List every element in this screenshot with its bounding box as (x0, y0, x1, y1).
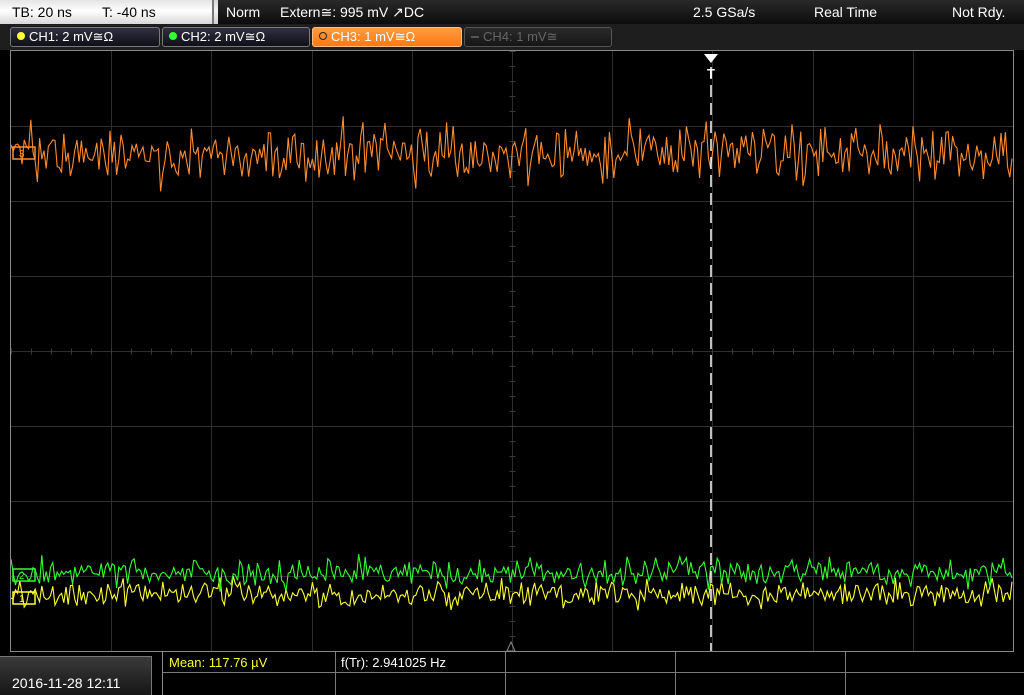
trigger-time-readout[interactable]: T: -40 ns (102, 4, 156, 20)
channel-4-button[interactable]: CH4: 1 mV≅ (464, 27, 612, 47)
channel-3-marker-label: 3 (19, 149, 25, 160)
channel-1-marker-label: 1 (19, 594, 25, 605)
graticule (11, 51, 1013, 651)
mean-measurement[interactable]: Mean: 117.76 µV (169, 655, 267, 670)
measurement-panel[interactable]: Mean: 117.76 µV f(Tr): 2.941025 Hz (162, 652, 1024, 695)
waveform-traces (11, 116, 1013, 611)
measurement-divider (335, 652, 336, 695)
sample-rate: 2.5 GSa/s (693, 4, 756, 20)
trace-channel-2 (11, 553, 1013, 592)
waveform-canvas: T 3 2 1 (11, 51, 1013, 651)
measurement-divider (163, 672, 1024, 673)
frequency-measurement[interactable]: f(Tr): 2.941025 Hz (341, 655, 446, 670)
trigger-source[interactable]: Extern≅: 995 mV ↗DC (280, 4, 424, 21)
channel-3-offset-marker[interactable]: 3 (12, 146, 36, 160)
channel-4-indicator-icon (471, 36, 479, 38)
channel-2-label: CH2: 2 mV≅Ω (181, 29, 266, 44)
channel-3-button[interactable]: CH3: 1 mV≅Ω (312, 27, 462, 47)
channel-1-indicator-icon (17, 32, 25, 40)
trigger-label: T (707, 66, 715, 81)
trigger-mode[interactable]: Norm (226, 4, 260, 20)
status-bar: TB: 20 ns T: -40 ns Norm Extern≅: 995 mV… (0, 0, 1024, 24)
measurement-divider (675, 652, 676, 695)
channel-1-label: CH1: 2 mV≅Ω (29, 29, 114, 44)
datetime-panel: 2016-11-28 12:11 (0, 656, 152, 695)
trigger-status: Not Rdy. (952, 4, 1006, 20)
channel-1-button[interactable]: CH1: 2 mV≅Ω (10, 27, 160, 47)
trigger-marker[interactable]: T (704, 54, 718, 651)
acquisition-mode: Real Time (814, 4, 878, 20)
channel-3-indicator-icon (319, 32, 327, 40)
channel-4-label: CH4: 1 mV≅ (483, 29, 558, 44)
trace-channel-1 (11, 576, 1013, 611)
channel-2-indicator-icon (169, 32, 177, 40)
measurement-divider (845, 652, 846, 695)
trigger-arrow-icon (704, 54, 718, 63)
channel-2-marker-label: 2 (19, 571, 25, 582)
channel-bar: CH1: 2 mV≅Ω CH2: 2 mV≅Ω CH3: 1 mV≅Ω CH4:… (0, 24, 1024, 50)
channel-3-label: CH3: 1 mV≅Ω (331, 29, 416, 44)
channel-2-button[interactable]: CH2: 2 mV≅Ω (162, 27, 310, 47)
channel-1-offset-marker[interactable]: 1 (12, 591, 36, 605)
waveform-display[interactable]: T 3 2 1 (10, 50, 1014, 652)
timebase-readout[interactable]: TB: 20 ns (12, 4, 72, 20)
datetime-readout: 2016-11-28 12:11 (12, 675, 121, 691)
trace-channel-3 (11, 116, 1013, 192)
time-reference-icon (506, 640, 516, 651)
timebase-panel[interactable]: TB: 20 ns T: -40 ns (0, 0, 214, 24)
acquisition-info-panel: Norm Extern≅: 995 mV ↗DC 2.5 GSa/s Real … (218, 0, 1024, 24)
measurement-divider (505, 652, 506, 695)
